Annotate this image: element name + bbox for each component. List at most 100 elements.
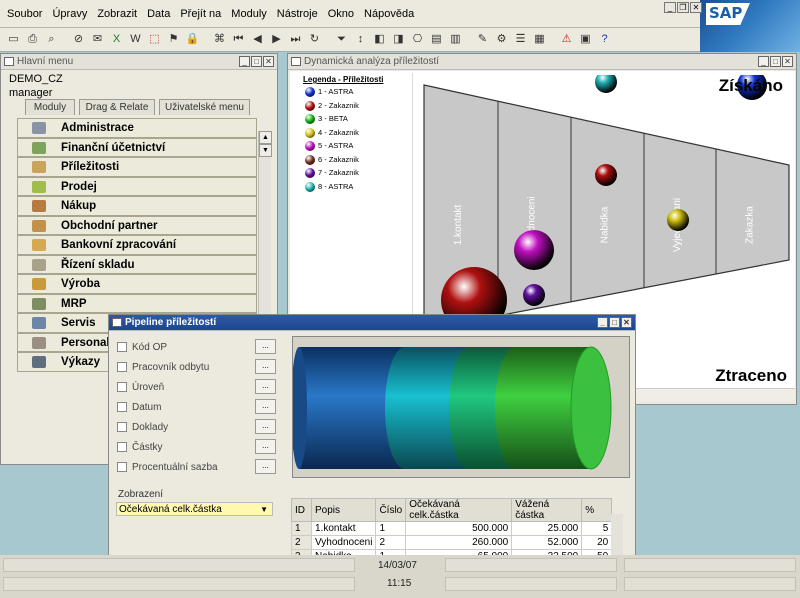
module-item[interactable]: Bankovní zpracování	[17, 235, 257, 255]
menu-item-6[interactable]: Nástroje	[272, 0, 323, 28]
filter-choose-button[interactable]: ...	[255, 399, 276, 414]
checkbox[interactable]	[117, 362, 127, 372]
lock-icon[interactable]: 🔒	[185, 32, 200, 47]
module-item[interactable]: Administrace	[17, 118, 257, 138]
module-item[interactable]: Finanční účetnictví	[17, 137, 257, 157]
menu-item-2[interactable]: Zobrazit	[92, 0, 142, 28]
column-header[interactable]: Číslo	[375, 498, 407, 522]
module-item[interactable]: Příležitosti	[17, 157, 257, 177]
scroll-up-button[interactable]: ▲	[259, 131, 272, 144]
app-restore-button[interactable]: ❐	[677, 2, 689, 13]
close-button[interactable]: ✕	[263, 56, 274, 67]
filter-checkbox-row[interactable]: Úroveň	[117, 378, 164, 396]
help-icon[interactable]: ?	[597, 32, 612, 47]
app-minimize-button[interactable]: _	[664, 2, 676, 13]
module-list-scrollbar[interactable]: ▲ ▼	[258, 131, 272, 321]
checkbox[interactable]	[117, 422, 127, 432]
table-row[interactable]: 1 1.kontakt 1 500.000 25.000 5	[291, 521, 613, 536]
find-icon[interactable]: ⌘	[212, 32, 227, 47]
new-doc-icon[interactable]: ▭	[6, 32, 21, 47]
minimize-button[interactable]: _	[239, 56, 250, 67]
menu-item-8[interactable]: Nápověda	[359, 0, 419, 28]
module-item[interactable]: Řízení skladu	[17, 254, 257, 274]
word-icon[interactable]: W	[128, 32, 143, 47]
module-item[interactable]: MRP	[17, 293, 257, 313]
checkbox[interactable]	[117, 462, 127, 472]
menu-item-5[interactable]: Moduly	[226, 0, 271, 28]
column-header[interactable]: Vážená částka	[511, 498, 583, 522]
column-header[interactable]: Popis	[310, 498, 377, 522]
checkbox[interactable]	[117, 402, 127, 412]
calculator-icon[interactable]: ▦	[532, 32, 547, 47]
column-header[interactable]: ID	[291, 498, 312, 522]
display-dropdown[interactable]: Očekávaná celk.částka ▼	[116, 502, 273, 516]
last-record-icon[interactable]: ⏭	[288, 32, 303, 47]
scroll-down-button[interactable]: ▼	[259, 144, 272, 157]
tab-user-menu[interactable]: Uživatelské menu	[159, 99, 250, 115]
close-button[interactable]: ✕	[782, 56, 793, 67]
module-item[interactable]: Výroba	[17, 274, 257, 294]
print-icon[interactable]: ⎙	[25, 32, 40, 47]
maximize-button[interactable]: □	[609, 317, 620, 328]
filter-choose-button[interactable]: ...	[255, 379, 276, 394]
app-close-button[interactable]: ✕	[690, 2, 702, 13]
refresh-icon[interactable]: ↻	[307, 32, 322, 47]
pdf-icon[interactable]: ⬚	[147, 32, 162, 47]
checkbox[interactable]	[117, 442, 127, 452]
filter-icon[interactable]: ⏷	[334, 32, 349, 47]
filter-checkbox-row[interactable]: Doklady	[117, 418, 168, 436]
previous-record-icon[interactable]: ◀	[250, 32, 265, 47]
filter-choose-button[interactable]: ...	[255, 459, 276, 474]
tab-drag-relate[interactable]: Drag & Relate	[79, 99, 155, 115]
tab-modules[interactable]: Moduly	[25, 99, 75, 115]
sort-icon[interactable]: ↕	[353, 32, 368, 47]
menu-item-7[interactable]: Okno	[323, 0, 359, 28]
filter-checkbox-row[interactable]: Kód OP	[117, 338, 167, 356]
menu-item-0[interactable]: Soubor	[2, 0, 47, 28]
menu-item-4[interactable]: Přejít na	[175, 0, 226, 28]
table-row[interactable]: 2 Vyhodnoceni 2 260.000 52.000 20	[291, 535, 613, 550]
close-button[interactable]: ✕	[621, 317, 632, 328]
edit-icon[interactable]: ✎	[475, 32, 490, 47]
analysis-titlebar[interactable]: Dynamická analýza příležitostí _ □ ✕	[288, 54, 796, 70]
target-doc-icon[interactable]: ◨	[391, 32, 406, 47]
menu-item-3[interactable]: Data	[142, 0, 175, 28]
gross-profit-icon[interactable]: ▤	[429, 32, 444, 47]
relation-map-icon[interactable]: ⎔	[410, 32, 425, 47]
minimize-button[interactable]: _	[597, 317, 608, 328]
main-menu-titlebar[interactable]: Hlavní menu _ □ ✕	[1, 54, 277, 70]
form-settings-icon[interactable]: ☰	[513, 32, 528, 47]
module-item[interactable]: Nákup	[17, 196, 257, 216]
filter-checkbox-row[interactable]: Částky	[117, 438, 163, 456]
maximize-button[interactable]: □	[251, 56, 262, 67]
menu-item-1[interactable]: Úpravy	[47, 0, 92, 28]
excel-icon[interactable]: X	[109, 32, 124, 47]
base-doc-icon[interactable]: ◧	[372, 32, 387, 47]
module-item[interactable]: Obchodní partner	[17, 215, 257, 235]
alerts-icon[interactable]: ⚠	[559, 32, 574, 47]
filter-checkbox-row[interactable]: Procentuální sazba	[117, 458, 218, 476]
minimize-button[interactable]: _	[758, 56, 769, 67]
email-icon[interactable]: ✉	[90, 32, 105, 47]
checkbox[interactable]	[117, 342, 127, 352]
pipeline-titlebar[interactable]: Pipeline příležitostí _ □ ✕	[109, 315, 635, 331]
settings-icon[interactable]: ⚙	[494, 32, 509, 47]
attach-icon[interactable]: ⊘	[71, 32, 86, 47]
maximize-button[interactable]: □	[770, 56, 781, 67]
print-preview-icon[interactable]: ⌕	[44, 32, 59, 47]
filter-checkbox-row[interactable]: Datum	[117, 398, 161, 416]
calendar-icon[interactable]: ▣	[578, 32, 593, 47]
table-scrollbar[interactable]	[611, 514, 623, 560]
filter-choose-button[interactable]: ...	[255, 339, 276, 354]
filter-checkbox-row[interactable]: Pracovník odbytu	[117, 358, 209, 376]
bookmark-icon[interactable]: ⚑	[166, 32, 181, 47]
column-header[interactable]: %	[581, 498, 613, 522]
checkbox[interactable]	[117, 382, 127, 392]
first-record-icon[interactable]: ⏮	[231, 32, 246, 47]
module-item[interactable]: Prodej	[17, 176, 257, 196]
filter-choose-button[interactable]: ...	[255, 359, 276, 374]
filter-choose-button[interactable]: ...	[255, 419, 276, 434]
filter-choose-button[interactable]: ...	[255, 439, 276, 454]
column-header[interactable]: Očekávaná celk.částka	[405, 498, 513, 522]
payment-icon[interactable]: ▥	[448, 32, 463, 47]
